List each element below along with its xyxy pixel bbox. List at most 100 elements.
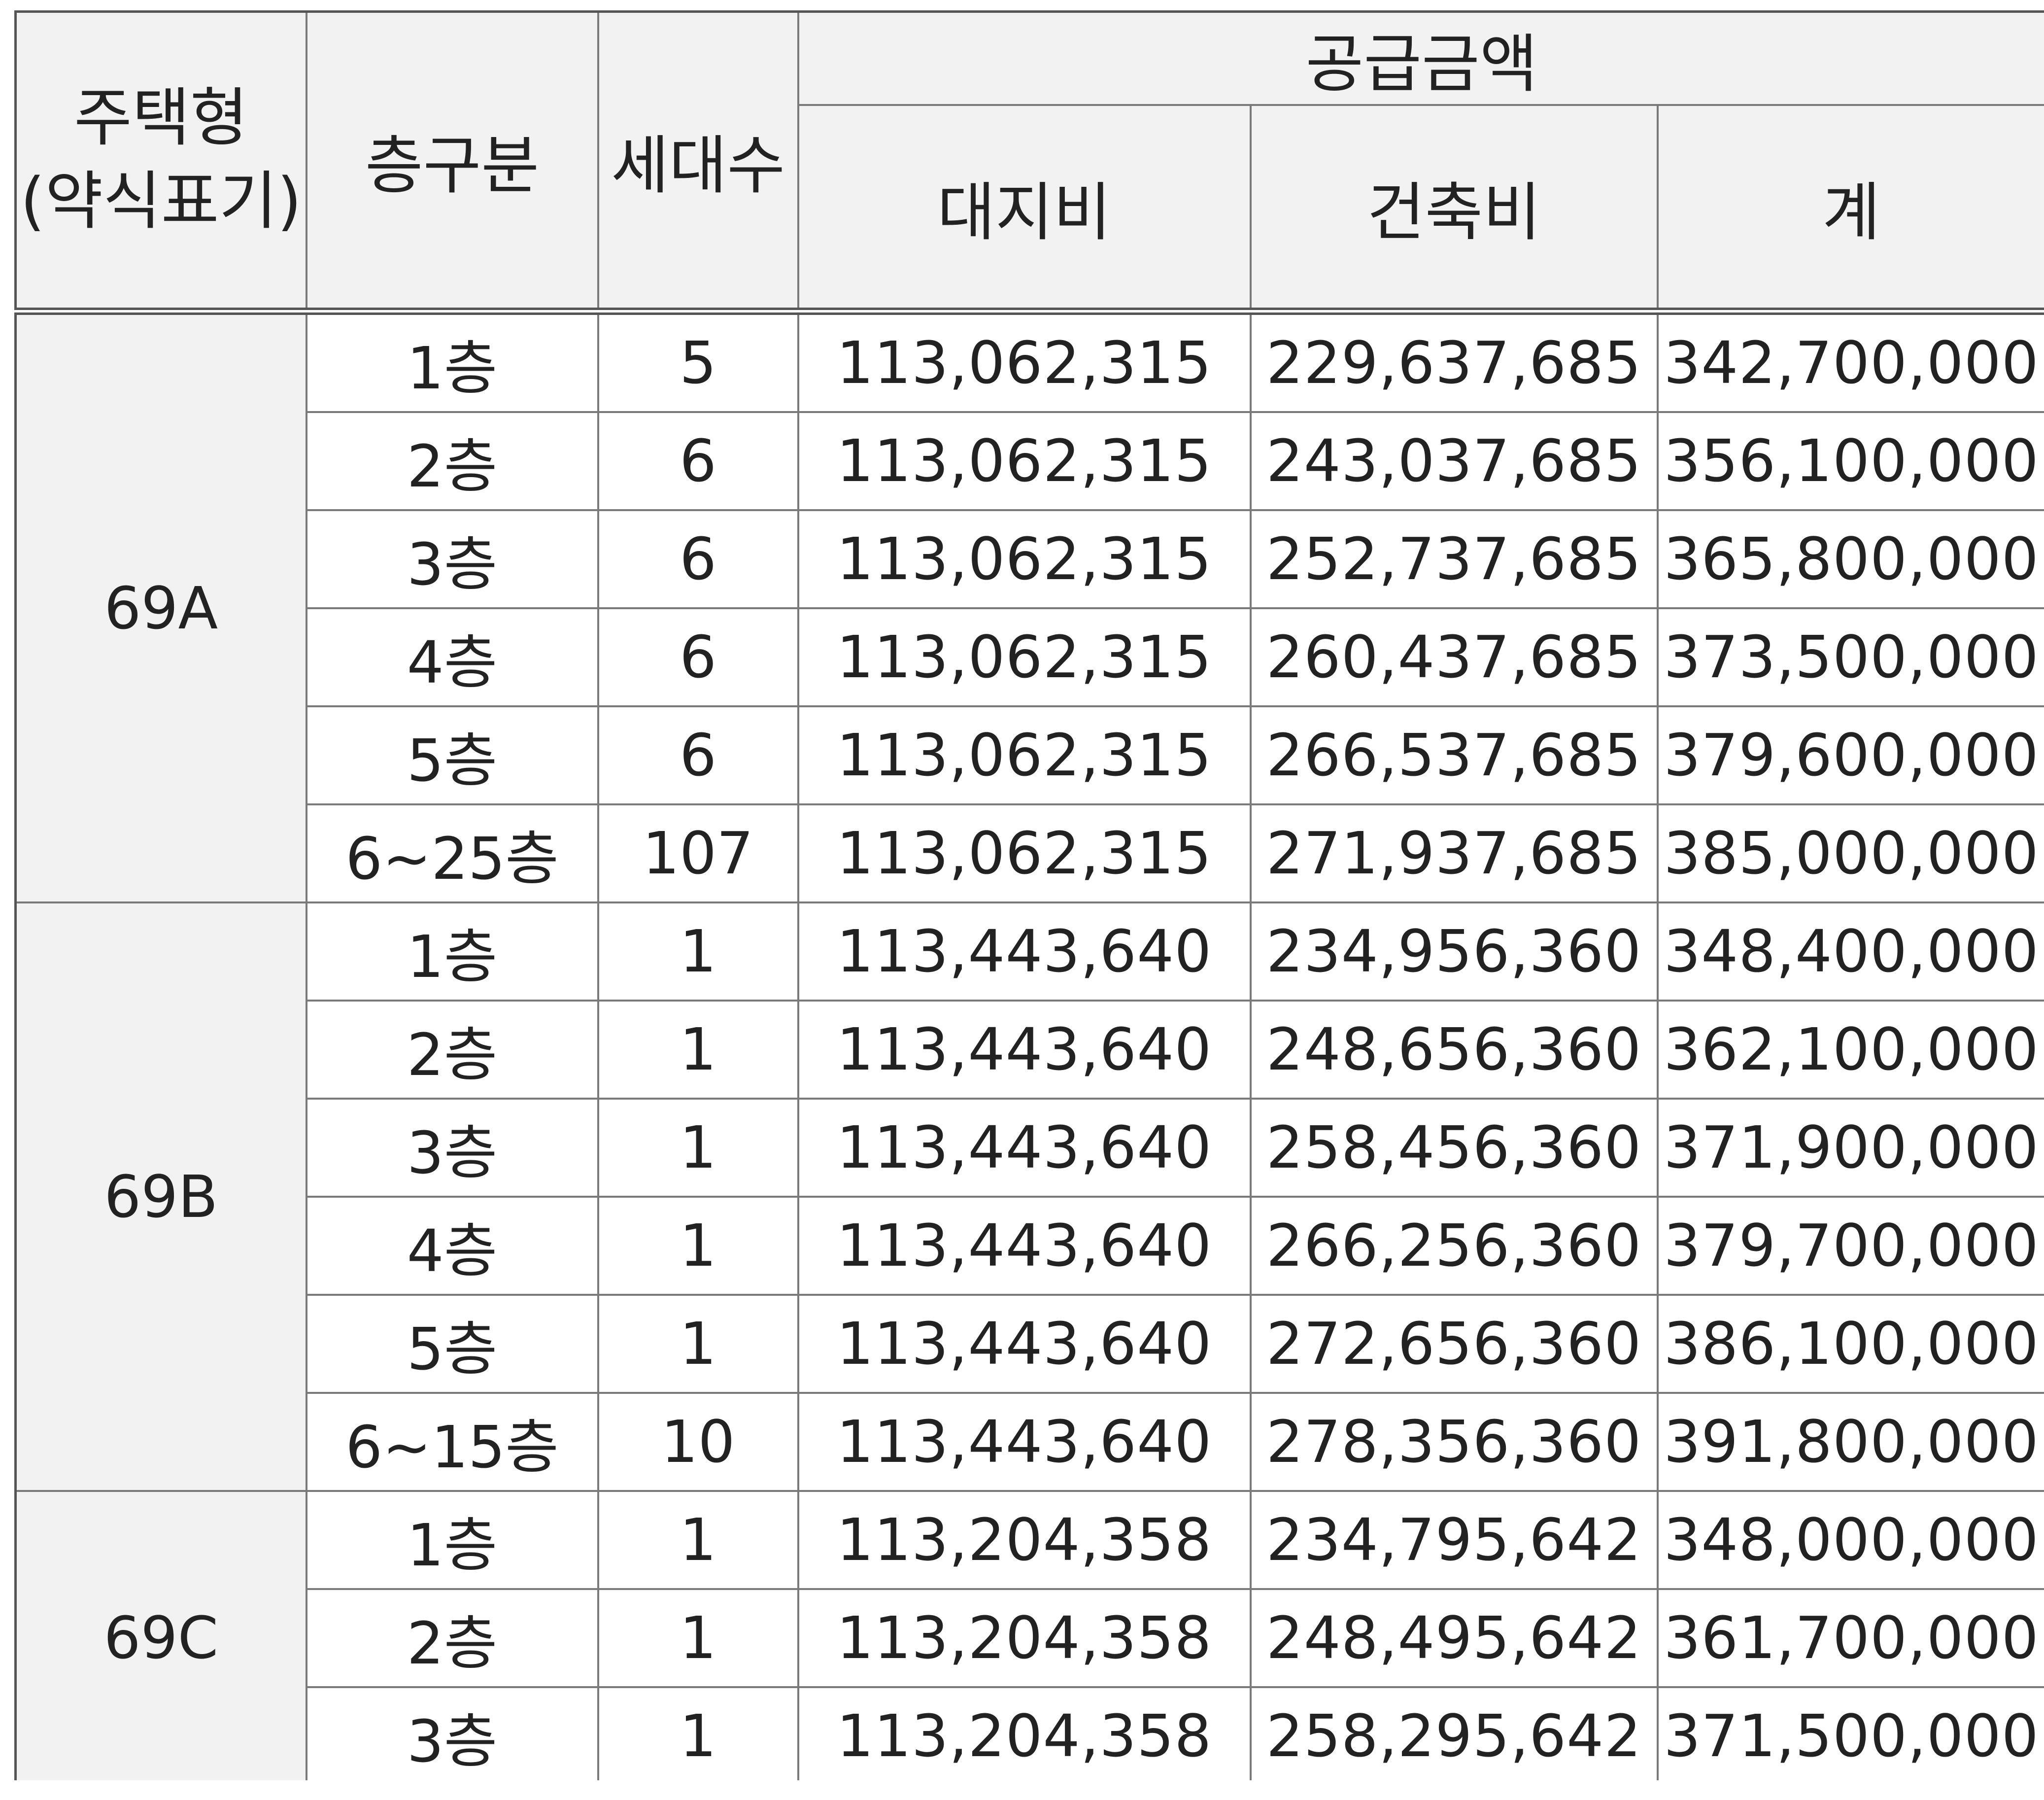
floor-cell: 6~15층 bbox=[305, 1391, 599, 1492]
total-cell: 379,600,000 bbox=[1656, 705, 2044, 805]
table-body: 69A 1층 5 113,062,315 229,637,685 342,700,000 2… bbox=[14, 307, 2044, 1780]
land-cost-cell: 113,443,640 bbox=[797, 1195, 1252, 1296]
floor-cell: 4층 bbox=[305, 607, 599, 707]
total-cell: 391,800,000 bbox=[1656, 1391, 2044, 1492]
header-building-cost: 건축비 bbox=[1249, 104, 1659, 312]
table-row: 3층 6 113,062,315 252,737,685 365,800,000 bbox=[16, 509, 2044, 609]
land-cost-cell: 113,062,315 bbox=[797, 607, 1252, 707]
land-cost-cell: 113,062,315 bbox=[797, 803, 1252, 903]
floor-cell: 6~25층 bbox=[305, 803, 599, 903]
table-header: 주택형 (약식표기) 층구분 세대수 공급금액 대지비 건축비 계 bbox=[14, 10, 2044, 312]
table-row: 4층 1 113,443,640 266,256,360 379,700,000 bbox=[16, 1195, 2044, 1296]
land-cost-cell: 113,062,315 bbox=[797, 411, 1252, 511]
households-cell: 1 bbox=[597, 901, 799, 1002]
total-cell: 365,800,000 bbox=[1656, 509, 2044, 609]
floor-cell: 5층 bbox=[305, 705, 599, 805]
land-cost-cell: 113,443,640 bbox=[797, 901, 1252, 1002]
building-cost-cell: 248,656,360 bbox=[1249, 999, 1659, 1100]
table-row: 69C 1층 1 113,204,358 234,795,642 348,000,000 bbox=[14, 1489, 2044, 1780]
total-cell: 348,000,000 bbox=[1656, 1489, 2044, 1590]
total-cell: 385,000,000 bbox=[1656, 803, 2044, 903]
building-cost-cell: 258,456,360 bbox=[1249, 1097, 1659, 1198]
header-households: 세대수 bbox=[597, 10, 799, 312]
header-floor: 층구분 bbox=[305, 10, 599, 312]
land-cost-cell: 113,204,358 bbox=[797, 1489, 1252, 1590]
table-row: 2층 1 113,204,358 248,495,642 361,700,000 bbox=[16, 1588, 2044, 1688]
supply-price-table: 주택형 (약식표기) 층구분 세대수 공급금액 대지비 건축비 계 69A 1층 5… bbox=[14, 10, 2044, 1780]
building-cost-cell: 271,937,685 bbox=[1249, 803, 1659, 903]
building-cost-cell: 266,537,685 bbox=[1249, 705, 1659, 805]
floor-cell: 2층 bbox=[305, 1588, 599, 1688]
land-cost-cell: 113,204,358 bbox=[797, 1588, 1252, 1688]
building-cost-cell: 278,356,360 bbox=[1249, 1391, 1659, 1492]
header-house-type-line2: (약식표기) bbox=[20, 164, 302, 238]
total-cell: 356,100,000 bbox=[1656, 411, 2044, 511]
total-cell: 361,700,000 bbox=[1656, 1588, 2044, 1688]
total-cell: 371,900,000 bbox=[1656, 1097, 2044, 1198]
building-cost-cell: 248,495,642 bbox=[1249, 1588, 1659, 1688]
header-house-type-line1: 주택형 bbox=[74, 81, 248, 155]
total-cell: 371,500,000 bbox=[1656, 1686, 2044, 1780]
land-cost-cell: 113,443,640 bbox=[797, 1293, 1252, 1394]
floor-cell: 3층 bbox=[305, 1686, 599, 1780]
land-cost-cell: 113,062,315 bbox=[797, 705, 1252, 805]
land-cost-cell: 113,062,315 bbox=[797, 307, 1252, 413]
households-cell: 1 bbox=[597, 999, 799, 1100]
total-cell: 386,100,000 bbox=[1656, 1293, 2044, 1394]
building-cost-cell: 266,256,360 bbox=[1249, 1195, 1659, 1296]
table-row: 2층 1 113,443,640 248,656,360 362,100,000 bbox=[16, 999, 2044, 1100]
floor-cell: 3층 bbox=[305, 509, 599, 609]
households-cell: 6 bbox=[597, 607, 799, 707]
floor-cell: 3층 bbox=[305, 1097, 599, 1198]
floor-cell: 1층 bbox=[305, 1489, 599, 1590]
table-row: 69A 1층 5 113,062,315 229,637,685 342,700,000 bbox=[14, 307, 2044, 903]
floor-cell: 2층 bbox=[305, 411, 599, 511]
building-cost-cell: 272,656,360 bbox=[1249, 1293, 1659, 1394]
households-cell: 1 bbox=[597, 1686, 799, 1780]
table-row: 5층 6 113,062,315 266,537,685 379,600,000 bbox=[16, 705, 2044, 805]
households-cell: 1 bbox=[597, 1293, 799, 1394]
households-cell: 6 bbox=[597, 705, 799, 805]
households-cell: 1 bbox=[597, 1489, 799, 1590]
floor-cell: 1층 bbox=[305, 901, 599, 1002]
building-cost-cell: 234,795,642 bbox=[1249, 1489, 1659, 1590]
floor-cell: 2층 bbox=[305, 999, 599, 1100]
building-cost-cell: 252,737,685 bbox=[1249, 509, 1659, 609]
table-row: 2층 6 113,062,315 243,037,685 356,100,000 bbox=[16, 411, 2044, 511]
header-supply-amount: 공급금액 bbox=[797, 10, 2044, 106]
total-cell: 362,100,000 bbox=[1656, 999, 2044, 1100]
households-cell: 5 bbox=[597, 307, 799, 413]
total-cell: 348,400,000 bbox=[1656, 901, 2044, 1002]
land-cost-cell: 113,062,315 bbox=[797, 509, 1252, 609]
table-row: 6~25층 107 113,062,315 271,937,685 385,000,00… bbox=[16, 803, 2044, 903]
land-cost-cell: 113,204,358 bbox=[797, 1686, 1252, 1780]
table-row: 6~15층 10 113,443,640 278,356,360 391,800,000 bbox=[16, 1391, 2044, 1492]
building-cost-cell: 243,037,685 bbox=[1249, 411, 1659, 511]
floor-cell: 4층 bbox=[305, 1195, 599, 1296]
house-type-cell: 69B bbox=[14, 901, 307, 1492]
building-cost-cell: 258,295,642 bbox=[1249, 1686, 1659, 1780]
table-row: 5층 1 113,443,640 272,656,360 386,100,000 bbox=[16, 1293, 2044, 1394]
households-cell: 6 bbox=[597, 411, 799, 511]
total-cell: 342,700,000 bbox=[1656, 307, 2044, 413]
households-cell: 107 bbox=[597, 803, 799, 903]
table-row: 69B 1층 1 113,443,640 234,956,360 348,400,000 bbox=[14, 901, 2044, 1492]
building-cost-cell: 234,956,360 bbox=[1249, 901, 1659, 1002]
households-cell: 6 bbox=[597, 509, 799, 609]
building-cost-cell: 229,637,685 bbox=[1249, 307, 1659, 413]
house-type-cell: 69A bbox=[14, 307, 307, 903]
households-cell: 1 bbox=[597, 1195, 799, 1296]
header-total: 계 bbox=[1656, 104, 2044, 312]
households-cell: 1 bbox=[597, 1588, 799, 1688]
land-cost-cell: 113,443,640 bbox=[797, 1391, 1252, 1492]
total-cell: 379,700,000 bbox=[1656, 1195, 2044, 1296]
households-cell: 10 bbox=[597, 1391, 799, 1492]
supply-price-table-wrapper: 주택형 (약식표기) 층구분 세대수 공급금액 대지비 건축비 계 69A 1층 5… bbox=[14, 10, 2044, 1780]
land-cost-cell: 113,443,640 bbox=[797, 999, 1252, 1100]
header-house-type: 주택형 (약식표기) bbox=[14, 10, 307, 312]
building-cost-cell: 260,437,685 bbox=[1249, 607, 1659, 707]
table-row: 4층 6 113,062,315 260,437,685 373,500,000 bbox=[16, 607, 2044, 707]
land-cost-cell: 113,443,640 bbox=[797, 1097, 1252, 1198]
header-land-cost: 대지비 bbox=[797, 104, 1252, 312]
table-row: 3층 1 113,204,358 258,295,642 371,500,000 bbox=[16, 1686, 2044, 1780]
